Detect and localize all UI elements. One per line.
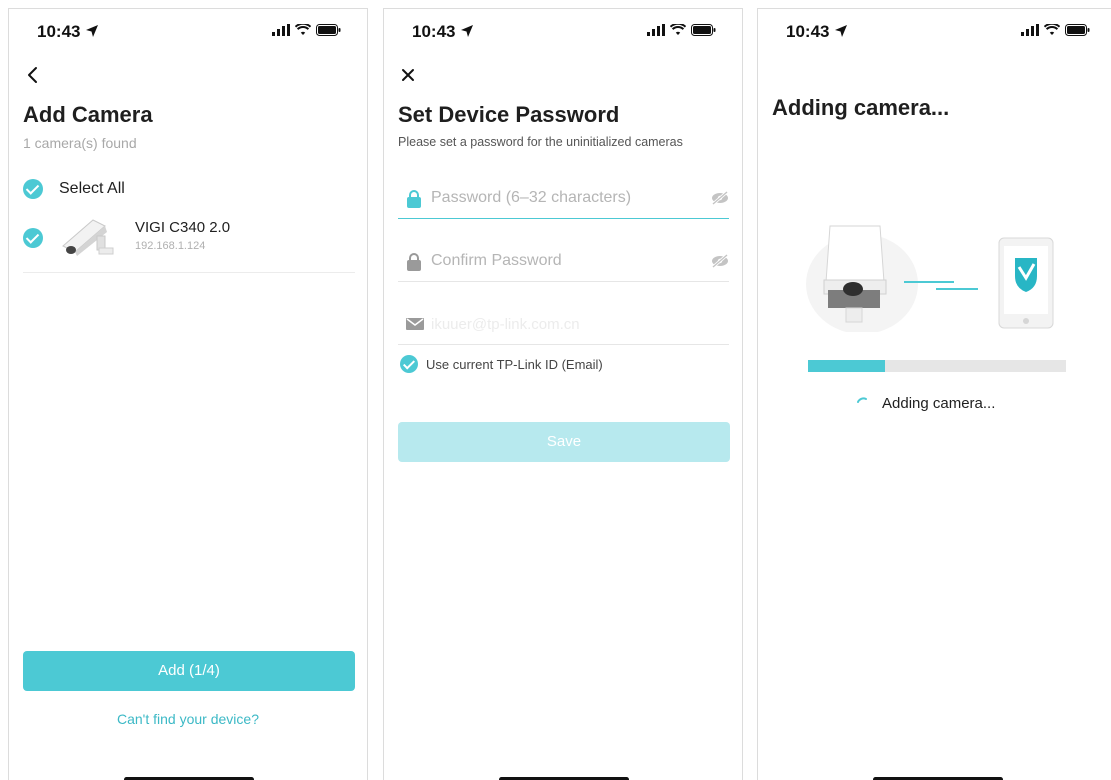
- page-title: Add Camera: [23, 102, 153, 127]
- cameras-found-count: 1 camera(s) found: [23, 135, 137, 151]
- email-field[interactable]: ikuuer@tp-link.com.cn: [398, 304, 729, 345]
- select-all-checkbox-icon[interactable]: [23, 179, 43, 199]
- battery-icon: [691, 24, 716, 36]
- add-camera-screen: 10:43 Add Camera 1 camera(s) found Selec…: [8, 8, 368, 780]
- battery-icon: [316, 24, 341, 36]
- use-tplink-id-checkbox-icon[interactable]: [400, 355, 418, 373]
- spinner-icon: [857, 396, 867, 403]
- close-icon[interactable]: [398, 65, 418, 85]
- confirm-password-placeholder: Confirm Password: [431, 252, 562, 269]
- adding-status-text: Adding camera...: [882, 395, 996, 412]
- add-button[interactable]: Add (1/4): [23, 651, 355, 691]
- status-bar: 10:43: [9, 21, 367, 43]
- cellular-signal-icon: [647, 24, 665, 36]
- adding-camera-screen: 10:43 Adding camera... Adding camera...: [757, 8, 1111, 780]
- use-tplink-id-row[interactable]: Use current TP-Link ID (Email): [400, 355, 603, 373]
- password-placeholder: Password (6–32 characters): [431, 189, 632, 206]
- system-indicators: [1021, 24, 1090, 36]
- eye-off-icon[interactable]: [711, 191, 729, 205]
- eye-off-icon[interactable]: [711, 254, 729, 268]
- status-bar: 10:43: [758, 21, 1111, 43]
- battery-icon: [1065, 24, 1090, 36]
- status-bar: 10:43: [384, 21, 742, 43]
- camera-list-item[interactable]: VIGI C340 2.0 192.168.1.124: [23, 214, 355, 273]
- camera-checkbox-icon[interactable]: [23, 228, 43, 248]
- system-indicators: [647, 24, 716, 36]
- back-chevron-icon[interactable]: [23, 65, 43, 85]
- status-time: 10:43: [37, 22, 81, 41]
- phone-illustration-icon: [998, 237, 1054, 329]
- select-all-label: Select All: [59, 180, 125, 197]
- location-arrow-icon: [461, 25, 473, 37]
- cellular-signal-icon: [272, 24, 290, 36]
- camera-ip: 192.168.1.124: [135, 240, 206, 252]
- mail-icon: [406, 318, 424, 330]
- status-time: 10:43: [786, 22, 830, 41]
- status-time: 10:43: [412, 22, 456, 41]
- save-button[interactable]: Save: [398, 422, 730, 462]
- select-all-row[interactable]: Select All: [23, 179, 125, 199]
- location-arrow-icon: [86, 25, 98, 37]
- wifi-icon: [1044, 24, 1060, 35]
- page-subtitle: Please set a password for the uninitiali…: [398, 135, 683, 149]
- wifi-icon: [295, 24, 311, 35]
- progress-bar-track: [808, 360, 1066, 372]
- camera-to-phone-illustration: [806, 225, 1054, 332]
- page-title: Set Device Password: [398, 102, 620, 127]
- cant-find-device-link[interactable]: Can't find your device?: [9, 711, 367, 727]
- wifi-icon: [670, 24, 686, 35]
- camera-name: VIGI C340 2.0: [135, 219, 231, 236]
- set-password-screen: 10:43 Set Device Password Please set a p…: [383, 8, 743, 780]
- system-indicators: [272, 24, 341, 36]
- camera-illustration-icon: [823, 225, 887, 323]
- cellular-signal-icon: [1021, 24, 1039, 36]
- progress-bar-fill: [808, 360, 886, 372]
- lock-icon: [407, 190, 421, 208]
- adding-status-row: Adding camera...: [856, 395, 995, 412]
- bullet-camera-icon: [62, 219, 114, 256]
- lock-icon: [407, 253, 421, 271]
- email-value: ikuuer@tp-link.com.cn: [431, 316, 580, 333]
- password-field[interactable]: Password (6–32 characters): [398, 178, 729, 219]
- location-arrow-icon: [835, 25, 847, 37]
- page-title: Adding camera...: [772, 95, 950, 120]
- use-tplink-id-label: Use current TP-Link ID (Email): [426, 356, 603, 372]
- confirm-password-field[interactable]: Confirm Password: [398, 241, 729, 282]
